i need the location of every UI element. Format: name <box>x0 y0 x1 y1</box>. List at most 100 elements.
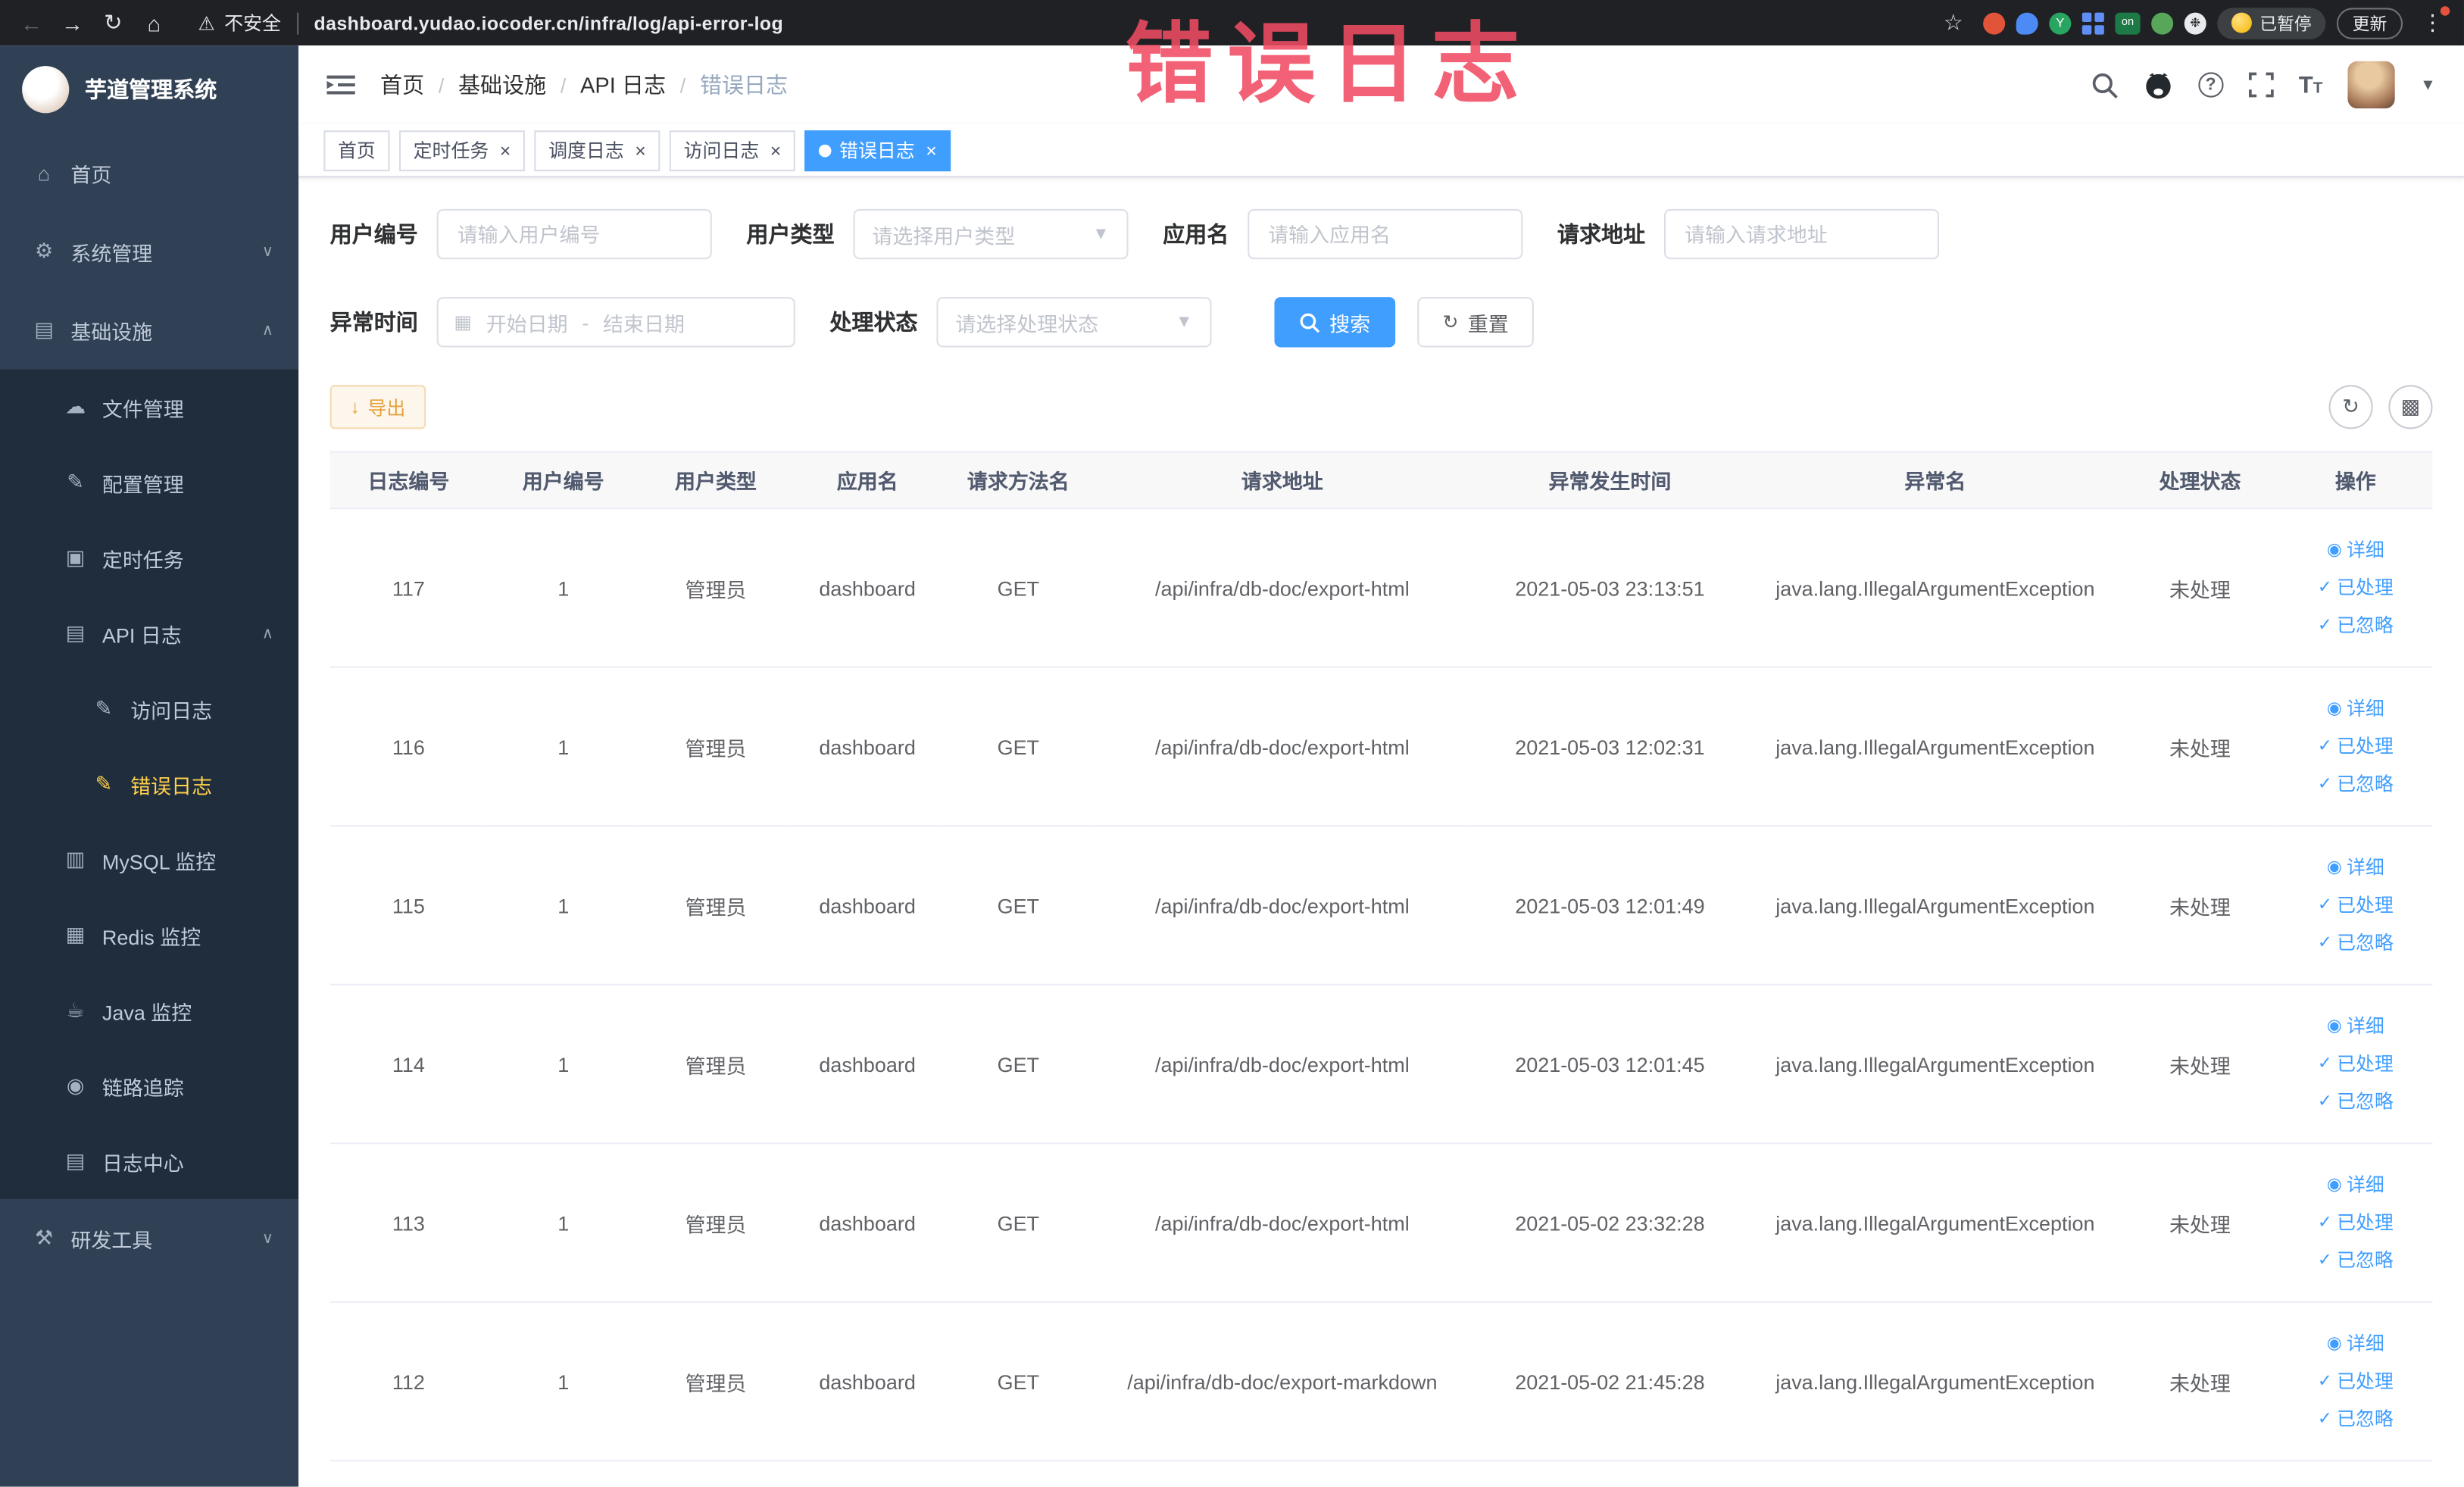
breadcrumb-error-log: 错误日志 <box>699 72 789 98</box>
sidebar-item-api-log[interactable]: ▤ API 日志 ∧ <box>0 595 299 671</box>
action-processed-link[interactable]: ✓ 已处理 <box>2318 1364 2394 1399</box>
app-name-input[interactable] <box>1248 208 1523 260</box>
action-ignored-link[interactable]: ✓ 已忽略 <box>2318 767 2394 801</box>
fullscreen-icon[interactable] <box>2248 72 2274 98</box>
ext-on-badge-icon[interactable]: on <box>2115 11 2141 34</box>
browser-menu-kebab-icon[interactable]: ⋮ <box>2414 4 2452 42</box>
browser-home-icon[interactable]: ⌂ <box>135 4 173 42</box>
cell-actions: ◉ 详细 ✓ 已处理 ✓ 已忽略 <box>2278 1143 2433 1303</box>
process-status-select[interactable]: 请选择处理状态 ▼ <box>936 297 1212 348</box>
tab-定时任务[interactable]: 定时任务 × <box>398 130 526 171</box>
sidebar-item-home[interactable]: ⌂ 首页 <box>0 133 299 213</box>
close-tag-icon[interactable]: × <box>632 141 646 160</box>
sidebar-item-config-mgmt[interactable]: ✎ 配置管理 <box>0 445 299 520</box>
sidebar-item-system-mgmt[interactable]: ⚙ 系统管理 ∨ <box>0 212 299 291</box>
reset-button[interactable]: ↻ 重置 <box>1417 297 1535 348</box>
sidebar-item-java-monitor[interactable]: ☕ Java 监控 <box>0 973 299 1048</box>
action-detail-link[interactable]: ◉ 详细 <box>2327 692 2384 726</box>
action-ignored-link[interactable]: ✓ 已忽略 <box>2318 1243 2394 1278</box>
sidebar-item-trace[interactable]: ◉ 链路追踪 <box>0 1048 299 1124</box>
screenshot-root: ← → ↻ ⌂ ⚠ 不安全 dashboard.yudao.iocoder.cn… <box>0 0 2464 1487</box>
close-tag-icon[interactable]: × <box>923 141 937 160</box>
tab-错误日志[interactable]: 错误日志 × <box>804 130 951 171</box>
ext-paw-icon[interactable]: ❉ <box>2184 11 2206 34</box>
sidebar-item-mysql-monitor[interactable]: ▥ MySQL 监控 <box>0 822 299 898</box>
refresh-table-icon[interactable]: ↻ <box>2328 385 2373 430</box>
action-ignored-link[interactable]: ✓ 已忽略 <box>2318 608 2394 643</box>
sidebar-item-dev-tools[interactable]: ⚒ 研发工具 ∨ <box>0 1198 299 1278</box>
ext-blue-drop-icon[interactable] <box>2016 11 2038 34</box>
action-detail-link[interactable]: ◉ 详细 <box>2327 533 2384 567</box>
action-ignored-link[interactable]: ✓ 已忽略 <box>2318 926 2394 961</box>
ext-leaf-icon[interactable] <box>2151 11 2174 34</box>
action-label: 已处理 <box>2337 735 2394 758</box>
action-detail-link[interactable]: ◉ 详细 <box>2327 850 2384 885</box>
request-url-input[interactable] <box>1664 208 1940 260</box>
cell-exception-name: java.lang.IllegalArgumentException <box>1749 667 2122 827</box>
action-processed-link[interactable]: ✓ 已处理 <box>2318 1205 2394 1240</box>
browser-forward-icon[interactable]: → <box>54 4 92 42</box>
bookmark-star-icon[interactable]: ☆ <box>1935 4 1972 42</box>
tab-访问日志[interactable]: 访问日志 × <box>669 130 795 171</box>
doc-edit-icon: ✎ <box>95 771 113 795</box>
sidebar-item-log-center[interactable]: ▤ 日志中心 <box>0 1123 299 1199</box>
app-header: 首页 / 基础设施 / API 日志 / 错误日志 ? TT ▼ <box>298 45 2464 124</box>
action-detail-link[interactable]: ◉ 详细 <box>2327 1167 2384 1202</box>
exception-time-range-picker[interactable]: ▦ 开始日期 - 结束日期 <box>436 297 795 348</box>
user-avatar[interactable] <box>2347 61 2395 109</box>
action-detail-link[interactable]: ◉ 详细 <box>2327 1326 2384 1361</box>
action-ignored-link[interactable]: ✓ 已忽略 <box>2318 1402 2394 1437</box>
ext-blue-grid-icon[interactable] <box>2081 11 2104 34</box>
cell-user-type: 管理员 <box>639 508 792 668</box>
browser-update-button[interactable]: 更新 <box>2336 7 2403 39</box>
cell-exception-time: 2021-05-03 12:01:49 <box>1470 826 1750 986</box>
close-tag-icon[interactable]: × <box>767 141 782 160</box>
breadcrumb-api-log[interactable]: API 日志 <box>580 69 666 100</box>
close-tag-icon[interactable]: × <box>497 141 511 160</box>
export-button[interactable]: ↓ 导出 <box>329 385 426 430</box>
sidebar-logo[interactable]: 芋道管理系统 <box>0 45 298 133</box>
sidebar-item-access-log[interactable]: ✎ 访问日志 <box>0 670 299 747</box>
action-processed-link[interactable]: ✓ 已处理 <box>2318 888 2394 923</box>
chevron-down-icon: ∨ <box>261 1229 273 1248</box>
menu-fold-icon[interactable] <box>326 74 355 96</box>
url-text[interactable]: dashboard.yudao.iocoder.cn/infra/log/api… <box>314 12 783 34</box>
address-bar[interactable]: ⚠ 不安全 dashboard.yudao.iocoder.cn/infra/l… <box>198 9 1931 36</box>
sidebar-item-redis-monitor[interactable]: ▦ Redis 监控 <box>0 897 299 973</box>
help-icon[interactable]: ? <box>2197 72 2224 98</box>
profile-paused-badge[interactable]: 已暂停 <box>2217 7 2326 39</box>
action-processed-link[interactable]: ✓ 已处理 <box>2318 570 2394 605</box>
breadcrumb-home[interactable]: 首页 <box>380 69 424 100</box>
user-id-input[interactable] <box>436 208 712 260</box>
breadcrumb-infra[interactable]: 基础设施 <box>458 69 546 100</box>
tags-view-bar: 首页 定时任务 × 调度日志 × 访问日志 × 错误日志 × <box>298 123 2464 178</box>
search-button[interactable]: 搜索 <box>1274 297 1396 348</box>
user-type-select[interactable]: 请选择用户类型 ▼ <box>853 208 1129 260</box>
cell-exception-name: java.lang.IllegalArgumentException <box>1749 1301 2122 1462</box>
sidebar-item-label: 链路追踪 <box>101 1076 184 1100</box>
action-detail-link[interactable]: ◉ 详细 <box>2327 1009 2384 1044</box>
filter-app-name: 应用名 <box>1163 208 1523 260</box>
sidebar-item-infra[interactable]: ▤ 基础设施 ∧ <box>0 290 299 370</box>
column-settings-icon[interactable]: ▩ <box>2388 385 2433 430</box>
chevron-up-icon: ∧ <box>261 321 273 339</box>
browser-reload-icon[interactable]: ↻ <box>94 4 132 42</box>
avatar-caret-down-icon[interactable]: ▼ <box>2420 77 2436 94</box>
search-icon[interactable] <box>2091 71 2118 98</box>
sidebar-item-file-mgmt[interactable]: ☁ 文件管理 <box>0 369 299 445</box>
font-size-icon[interactable]: TT <box>2299 71 2323 98</box>
sidebar-item-error-log[interactable]: ✎ 错误日志 <box>0 746 299 823</box>
user-id-label: 用户编号 <box>329 221 418 247</box>
action-processed-link[interactable]: ✓ 已处理 <box>2318 1047 2394 1082</box>
github-icon[interactable] <box>2143 70 2172 99</box>
ext-orange-icon[interactable] <box>1983 11 2006 34</box>
tab-调度日志[interactable]: 调度日志 × <box>534 130 661 171</box>
action-processed-link[interactable]: ✓ 已处理 <box>2318 729 2394 764</box>
ext-green-circle-icon[interactable]: Y <box>2049 11 2072 34</box>
header-actions: ? TT ▼ <box>2091 61 2436 109</box>
browser-back-icon[interactable]: ← <box>13 4 51 42</box>
action-ignored-link[interactable]: ✓ 已忽略 <box>2318 1084 2394 1119</box>
redis-icon: ▦ <box>65 922 86 946</box>
tab-首页[interactable]: 首页 <box>323 130 390 171</box>
sidebar-item-scheduled-jobs[interactable]: ▣ 定时任务 <box>0 520 299 596</box>
